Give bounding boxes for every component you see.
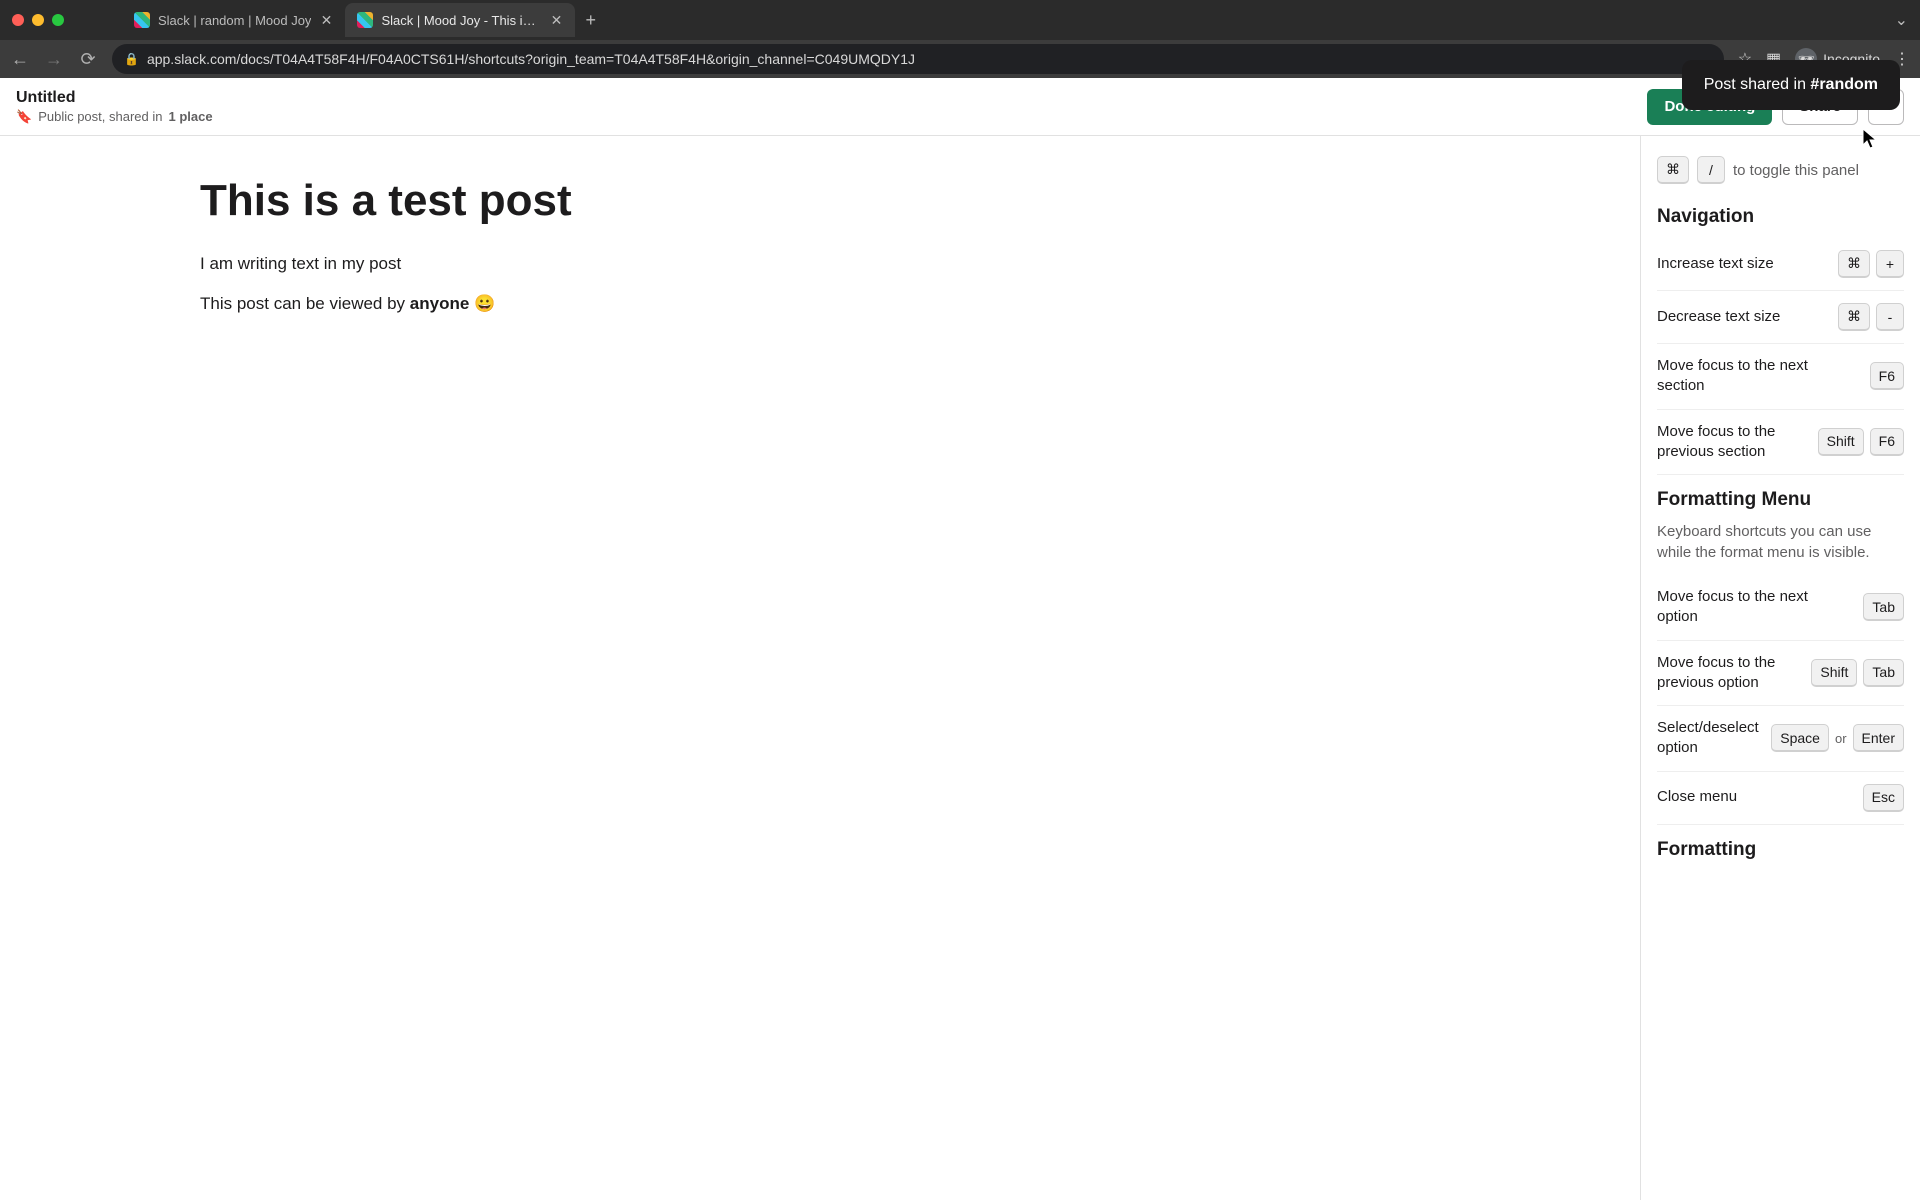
bookmark-icon: 🔖 (16, 109, 32, 125)
shortcut-row: Move focus to the previous section Shift… (1657, 410, 1904, 476)
subtitle-prefix: Public post, shared in (38, 109, 162, 124)
url-text: app.slack.com/docs/T04A4T58F4H/F04A0CTS6… (147, 51, 915, 67)
shortcut-row: Select/deselect option Space or Enter (1657, 706, 1904, 772)
tab-title: Slack | Mood Joy - This is a te (381, 13, 541, 28)
post-text-bold: anyone (410, 294, 470, 313)
post-body-line[interactable]: I am writing text in my post (200, 254, 1440, 274)
key: Shift (1818, 428, 1864, 456)
subtitle-places: 1 place (168, 109, 212, 124)
post-title[interactable]: This is a test post (200, 176, 1440, 226)
key: Tab (1863, 593, 1904, 621)
shortcut-label: Move focus to the previous option (1657, 653, 1799, 694)
post-body-line[interactable]: This post can be viewed by anyone 😀 (200, 294, 1440, 314)
close-tab-icon[interactable]: ✕ (319, 13, 333, 27)
shortcut-label: Increase text size (1657, 254, 1826, 274)
new-tab-button[interactable]: + (575, 10, 606, 31)
key-cmd: ⌘ (1657, 156, 1689, 184)
key: Tab (1863, 659, 1904, 687)
shortcut-label: Move focus to the previous section (1657, 422, 1806, 463)
section-heading-navigation: Navigation (1657, 206, 1904, 228)
chevron-down-icon[interactable]: ⌄ (1895, 10, 1908, 30)
key: Enter (1853, 724, 1904, 752)
shortcut-row: Move focus to the previous option Shift … (1657, 641, 1904, 707)
document-header: Untitled 🔖 Public post, shared in 1 plac… (0, 78, 1920, 136)
or-separator: or (1835, 731, 1847, 746)
key: ⌘ (1838, 250, 1870, 278)
toast-prefix: Post shared in (1704, 76, 1811, 93)
browser-tab-1[interactable]: Slack | random | Mood Joy ✕ (122, 3, 345, 37)
reload-button[interactable]: ⟳ (78, 49, 98, 70)
document-title[interactable]: Untitled (16, 89, 213, 107)
shortcut-label: Move focus to the next section (1657, 356, 1858, 397)
browser-tab-strip: Slack | random | Mood Joy ✕ Slack | Mood… (0, 0, 1920, 40)
key: ⌘ (1838, 303, 1870, 331)
shortcut-label: Close menu (1657, 787, 1851, 807)
key: Esc (1863, 784, 1904, 812)
key: - (1876, 303, 1904, 331)
key: + (1876, 250, 1904, 278)
shortcut-row: Increase text size ⌘ + (1657, 238, 1904, 291)
toggle-hint-text: to toggle this panel (1733, 162, 1859, 179)
shortcut-row: Move focus to the next option Tab (1657, 575, 1904, 641)
shortcut-row: Decrease text size ⌘ - (1657, 291, 1904, 344)
document-subtitle[interactable]: 🔖 Public post, shared in 1 place (16, 109, 213, 125)
section-description: Keyboard shortcuts you can use while the… (1657, 521, 1904, 563)
shortcut-row: Move focus to the next section F6 (1657, 344, 1904, 410)
forward-button[interactable]: → (44, 49, 64, 70)
shortcuts-panel: ⌘ / to toggle this panel Navigation Incr… (1640, 136, 1920, 1200)
panel-toggle-hint: ⌘ / to toggle this panel (1657, 156, 1904, 184)
window-zoom-button[interactable] (52, 14, 64, 26)
window-close-button[interactable] (12, 14, 24, 26)
lock-icon: 🔒 (124, 52, 139, 66)
document-editor[interactable]: This is a test post I am writing text in… (0, 136, 1640, 1200)
slack-favicon-icon (134, 12, 150, 28)
key-slash: / (1697, 156, 1725, 184)
back-button[interactable]: ← (10, 49, 30, 70)
shortcut-label: Decrease text size (1657, 307, 1826, 327)
browser-tab-2[interactable]: Slack | Mood Joy - This is a te ✕ (345, 3, 575, 37)
section-heading-formatting-menu: Formatting Menu (1657, 489, 1904, 511)
slack-favicon-icon (357, 12, 373, 28)
shortcut-label: Select/deselect option (1657, 718, 1759, 759)
window-minimize-button[interactable] (32, 14, 44, 26)
section-heading-formatting: Formatting (1657, 839, 1904, 861)
share-confirmation-toast: Post shared in #random (1682, 60, 1900, 110)
window-controls (12, 14, 64, 26)
tab-title: Slack | random | Mood Joy (158, 13, 311, 28)
shortcut-row: Close menu Esc (1657, 772, 1904, 825)
toast-channel: #random (1810, 76, 1878, 93)
key: Shift (1811, 659, 1857, 687)
key: F6 (1870, 428, 1904, 456)
key: Space (1771, 724, 1829, 752)
emoji-icon: 😀 (469, 294, 495, 313)
address-bar[interactable]: 🔒 app.slack.com/docs/T04A4T58F4H/F04A0CT… (112, 44, 1724, 74)
post-text: This post can be viewed by (200, 294, 410, 313)
browser-toolbar: ← → ⟳ 🔒 app.slack.com/docs/T04A4T58F4H/F… (0, 40, 1920, 78)
close-tab-icon[interactable]: ✕ (549, 13, 563, 27)
key: F6 (1870, 362, 1904, 390)
shortcut-label: Move focus to the next option (1657, 587, 1851, 628)
